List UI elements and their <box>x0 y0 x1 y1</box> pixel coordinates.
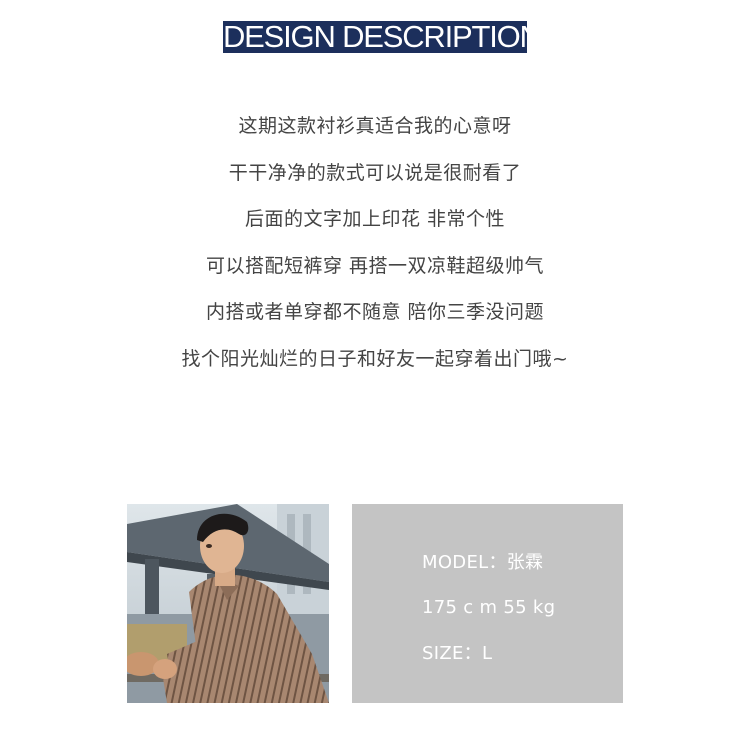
model-name: MODEL：张霖 <box>422 552 544 573</box>
description-line: 可以搭配短裤穿 再搭一双凉鞋超级帅气 <box>205 254 545 277</box>
description-text: 这期这款衬衫真适合我的心意呀 干干净净的款式可以说是很耐看了 后面的文字加上印花… <box>0 113 750 393</box>
model-photo <box>127 504 329 703</box>
model-measurements: 175 c m 55 kg <box>422 597 556 618</box>
model-size: SIZE：L <box>422 643 493 664</box>
model-info-panel: MODEL：张霖 175 c m 55 kg SIZE：L <box>352 504 623 703</box>
description-line: 找个阳光灿烂的日子和好友一起穿着出门哦~ <box>181 347 569 370</box>
product-description-page: DESIGN DESCRIPTION 这期这款衬衫真适合我的心意呀 干干净净的款… <box>0 0 750 748</box>
description-line: 干干净净的款式可以说是很耐看了 <box>228 161 522 184</box>
section-title: DESIGN DESCRIPTION <box>223 21 527 53</box>
description-line: 后面的文字加上印花 非常个性 <box>244 208 506 231</box>
description-line: 这期这款衬衫真适合我的心意呀 <box>238 115 512 137</box>
description-line: 内搭或者单穿都不随意 陪你三季没问题 <box>205 301 545 324</box>
